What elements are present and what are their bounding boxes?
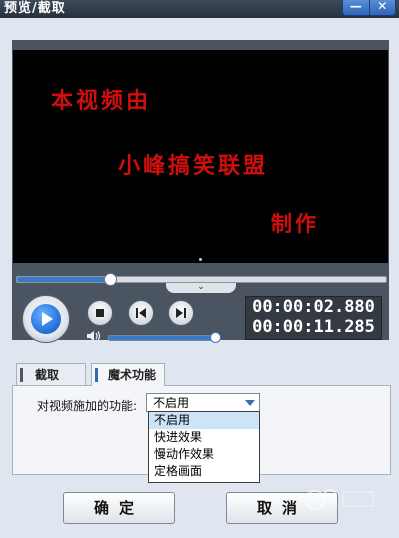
watermark-logo — [305, 489, 374, 510]
video-caption-line-3: 制作 — [271, 211, 319, 236]
volume-icon[interactable] — [86, 330, 102, 342]
title-bar: 预览/截取 — ✕ — [0, 0, 399, 18]
window-controls: — ✕ — [342, 0, 396, 16]
dropdown-option[interactable]: 快进效果 — [149, 429, 259, 446]
video-display: 本视频由 小峰搞笑联盟 制作 — [13, 50, 388, 263]
tab-magic-function[interactable]: 魔术功能 — [91, 363, 165, 386]
collapse-toggle[interactable]: ⌄ — [166, 283, 236, 293]
dropdown-option[interactable]: 不启用 — [149, 412, 259, 429]
close-button[interactable]: ✕ — [370, 0, 396, 15]
tab-label: 魔术功能 — [108, 368, 157, 382]
ok-button[interactable]: 确定 — [63, 492, 175, 524]
effect-select-value: 不启用 — [153, 396, 190, 410]
video-dot — [199, 258, 202, 261]
video-caption-line-2: 小峰搞笑联盟 — [118, 153, 269, 179]
window-title: 预览/截取 — [4, 1, 66, 16]
volume-slider[interactable] — [108, 332, 221, 343]
progress-fill — [17, 277, 110, 282]
play-icon — [31, 304, 61, 334]
step-forward-icon — [176, 308, 186, 318]
effect-dropdown-list: 不启用 快进效果 慢动作效果 定格画面 — [148, 411, 260, 483]
tab-marker — [20, 368, 23, 382]
effect-label: 对视频施加的功能: — [37, 399, 138, 413]
video-caption-line-1: 本视频由 — [51, 88, 152, 114]
next-frame-button[interactable] — [168, 300, 194, 326]
tab-capture[interactable]: 截取 — [16, 363, 86, 385]
volume-fill — [109, 336, 214, 340]
effect-select[interactable]: 不启用 — [146, 393, 260, 412]
current-time: 00:00:02.880 — [252, 297, 375, 317]
volume-handle[interactable] — [209, 332, 221, 343]
dropdown-option[interactable]: 慢动作效果 — [149, 446, 259, 463]
time-display: 00:00:02.880 00:00:11.285 — [245, 296, 382, 340]
minimize-button[interactable]: — — [343, 0, 370, 15]
dropdown-arrow-icon[interactable] — [245, 400, 255, 406]
dropdown-option[interactable]: 定格画面 — [149, 463, 259, 480]
tab-marker — [95, 368, 98, 382]
stop-button[interactable] — [87, 300, 113, 326]
step-back-icon — [136, 308, 146, 318]
play-button[interactable] — [22, 295, 70, 343]
total-time: 00:00:11.285 — [252, 317, 375, 337]
tab-label: 截取 — [35, 368, 60, 382]
chevron-down-icon: ⌄ — [197, 282, 205, 292]
previous-frame-button[interactable] — [128, 300, 154, 326]
